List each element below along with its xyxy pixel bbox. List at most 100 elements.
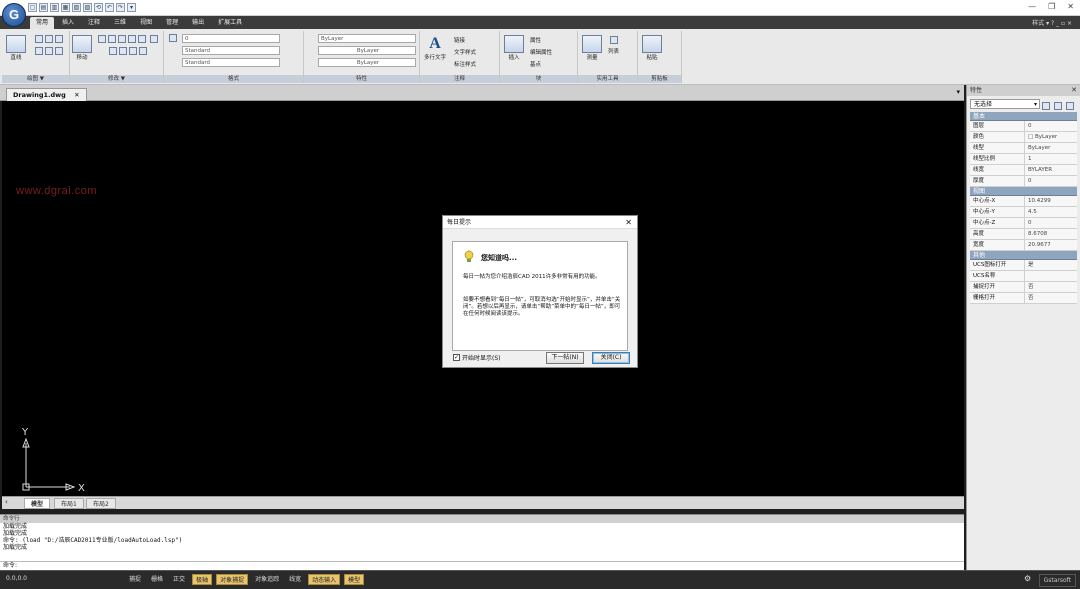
document-tab[interactable]: Drawing1.dwg ✕: [6, 88, 87, 101]
line-button[interactable]: 直线: [6, 35, 26, 61]
restore-button[interactable]: ❐: [1048, 2, 1055, 11]
property-row[interactable]: 宽度 20.9677: [970, 240, 1077, 251]
status-toggle[interactable]: 捕捉: [126, 574, 144, 585]
insert-block-button[interactable]: 插入: [504, 35, 524, 61]
arc-icon[interactable]: [45, 35, 53, 43]
close-window-button[interactable]: ✕: [1067, 2, 1074, 11]
property-row[interactable]: UCS名称: [970, 271, 1077, 282]
qat-button[interactable]: ▨: [83, 3, 92, 12]
status-tray-icon[interactable]: ⚙: [1024, 574, 1034, 584]
property-value[interactable]: 4.5: [1025, 207, 1077, 217]
qat-button[interactable]: ▧: [72, 3, 81, 12]
rectangle-icon[interactable]: [35, 47, 43, 55]
tab-layout1[interactable]: 布局1: [54, 498, 84, 509]
close-icon[interactable]: ✕: [1071, 85, 1077, 96]
property-row[interactable]: 捕捉打开否: [970, 282, 1077, 293]
close-icon[interactable]: ✕: [74, 91, 79, 99]
scale-icon[interactable]: [109, 47, 117, 55]
offset-icon[interactable]: [129, 47, 137, 55]
qat-dropdown[interactable]: ▾: [127, 3, 136, 12]
property-value[interactable]: 0: [1025, 176, 1077, 186]
linetype-combo[interactable]: ByLayer: [318, 46, 416, 55]
style-menu[interactable]: 样式 ▾ ? _ ▫ ×: [1032, 18, 1072, 27]
layer-properties-icon[interactable]: [169, 34, 177, 42]
fillet-icon[interactable]: [138, 35, 147, 43]
tab-insert[interactable]: 插入: [56, 17, 80, 29]
property-value[interactable]: 否: [1025, 293, 1077, 303]
minimize-button[interactable]: —: [1028, 2, 1036, 11]
property-row[interactable]: 中心点-X 10.4299: [970, 196, 1077, 207]
command-input[interactable]: 命令:: [0, 561, 964, 570]
status-toggle[interactable]: 线宽: [286, 574, 304, 585]
property-value[interactable]: BYLAYER: [1025, 165, 1077, 175]
lineweight-combo[interactable]: ByLayer: [318, 58, 416, 67]
property-value[interactable]: 8.6708: [1025, 229, 1077, 239]
status-toggle[interactable]: 模型: [344, 574, 365, 585]
property-row[interactable]: 中心点-Y 4.5: [970, 207, 1077, 218]
list-button[interactable]: 列表: [608, 35, 619, 55]
link-button[interactable]: 链接: [454, 36, 465, 44]
property-value[interactable]: ByLayer: [1025, 143, 1077, 153]
status-toggle[interactable]: 对象捕捉: [216, 574, 249, 585]
draw-panel-title[interactable]: 绘图 ▼: [2, 75, 69, 83]
ellipse-icon[interactable]: [55, 47, 63, 55]
pickadd-icon[interactable]: [1066, 102, 1074, 110]
quick-select-icon[interactable]: [1042, 102, 1050, 110]
paste-button[interactable]: 粘贴: [642, 35, 662, 61]
property-row[interactable]: 中心点-Z 0: [970, 218, 1077, 229]
qat-button[interactable]: ▢: [28, 3, 37, 12]
qat-button[interactable]: ⟲: [94, 3, 103, 12]
edit-attribute-button[interactable]: 编辑属性: [530, 48, 552, 56]
property-row[interactable]: 颜色 □ ByLayer: [970, 132, 1077, 143]
tab-manage[interactable]: 管理: [160, 17, 184, 29]
selection-dropdown[interactable]: 无选择 ▾: [970, 99, 1040, 109]
modify-panel-title[interactable]: 修改 ▼: [70, 75, 163, 83]
text-style-combo[interactable]: Standard: [182, 46, 280, 55]
property-value[interactable]: 10.4299: [1025, 196, 1077, 206]
scroll-left-icon[interactable]: ‹: [5, 498, 8, 506]
tab-3d[interactable]: 三维: [108, 17, 132, 29]
close-icon[interactable]: ✕: [625, 216, 632, 229]
property-section-header[interactable]: 视图: [970, 187, 1077, 196]
checkbox-checked-icon[interactable]: ✓: [453, 354, 460, 361]
property-value[interactable]: 1: [1025, 154, 1077, 164]
property-row[interactable]: 线型比例 1: [970, 154, 1077, 165]
attribute-button[interactable]: 属性: [530, 36, 541, 44]
tab-extensions[interactable]: 扩展工具: [212, 17, 248, 29]
tab-view[interactable]: 视图: [134, 17, 158, 29]
dim-style-combo[interactable]: Standard: [182, 58, 280, 67]
tab-layout2[interactable]: 布局2: [86, 498, 116, 509]
status-toggle[interactable]: 正交: [170, 574, 188, 585]
select-objects-icon[interactable]: [1054, 102, 1062, 110]
mtext-button[interactable]: A 多行文字: [424, 35, 446, 61]
property-row[interactable]: 线型 ByLayer: [970, 143, 1077, 154]
circle-icon[interactable]: [55, 35, 63, 43]
status-toggle[interactable]: 极轴: [192, 574, 213, 585]
qat-button[interactable]: ▥: [50, 3, 59, 12]
property-section-header[interactable]: 基本: [970, 112, 1077, 121]
trim-icon[interactable]: [108, 35, 117, 43]
redo-button[interactable]: ↷: [116, 3, 125, 12]
text-style-button[interactable]: 文字样式: [454, 48, 476, 56]
property-row[interactable]: 图层 0: [970, 121, 1077, 132]
property-row[interactable]: UCS图标打开是: [970, 260, 1077, 271]
show-on-start-checkbox[interactable]: ✓ 开始时显示(S): [453, 353, 501, 362]
array-icon[interactable]: [119, 47, 127, 55]
qat-button[interactable]: ▦: [61, 3, 70, 12]
tab-home[interactable]: 常用: [30, 17, 55, 29]
measure-button[interactable]: 测量: [582, 35, 602, 61]
application-menu-button[interactable]: G: [2, 3, 26, 27]
tab-output[interactable]: 输出: [186, 17, 210, 29]
property-row[interactable]: 高度 8.6708: [970, 229, 1077, 240]
polyline-icon[interactable]: [35, 35, 43, 43]
property-value[interactable]: 0: [1025, 218, 1077, 228]
erase-icon[interactable]: [139, 47, 147, 55]
color-combo[interactable]: ByLayer: [318, 34, 416, 43]
status-toggle[interactable]: 对象追踪: [252, 574, 282, 585]
mirror-icon[interactable]: [128, 35, 137, 43]
property-row[interactable]: 线宽 BYLAYER: [970, 165, 1077, 176]
hatch-icon[interactable]: [45, 47, 53, 55]
status-toggle[interactable]: 动态输入: [308, 574, 341, 585]
property-section-header[interactable]: 其他: [970, 251, 1077, 260]
property-value[interactable]: 是: [1025, 260, 1077, 270]
